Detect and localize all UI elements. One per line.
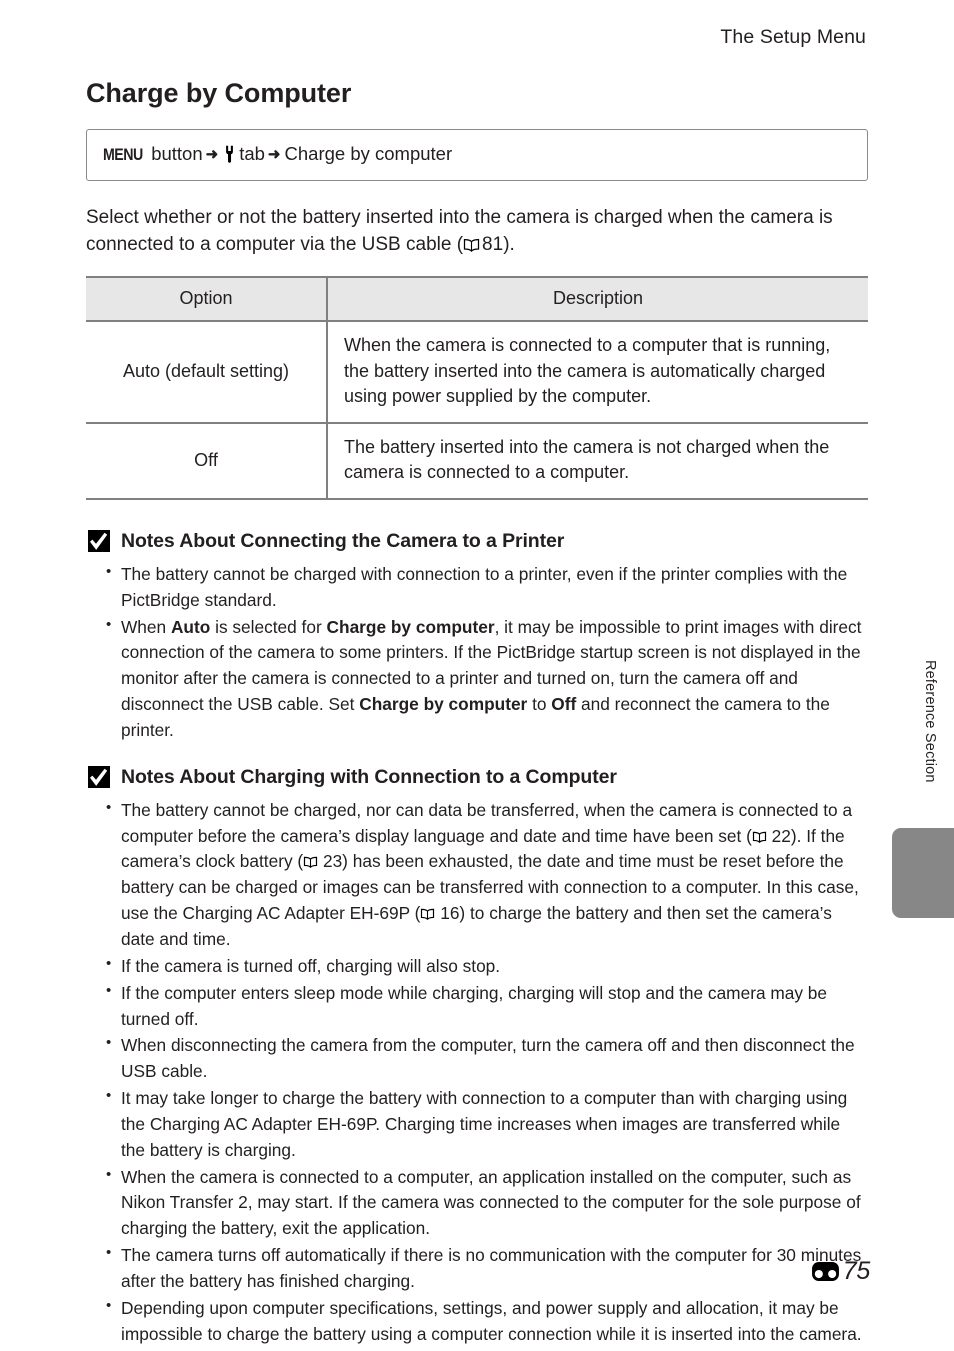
path-arrow-icon-2: ➜ <box>267 146 281 163</box>
list-item: When the camera is connected to a comput… <box>106 1164 868 1243</box>
page-reference-book-icon <box>420 902 435 921</box>
page-content: Charge by Computer MENU button ➜ tab ➜ Charge… <box>86 78 868 1351</box>
page-reference-book-icon <box>463 233 480 252</box>
list-item: The battery cannot be charged, nor can d… <box>106 797 868 953</box>
notes-printer-heading: Notes About Connecting the Camera to a P… <box>86 530 868 553</box>
notes-printer-list: The battery cannot be charged with conne… <box>86 561 868 744</box>
path-arrow-icon-1: ➜ <box>205 146 219 163</box>
menu-path-line: MENU button ➜ tab ➜ Charge by computer <box>103 143 851 166</box>
list-item: If the computer enters sleep mode while … <box>106 980 868 1033</box>
column-header-description: Description <box>327 276 868 323</box>
intro-text-before: Select whether or not the battery insert… <box>86 206 833 255</box>
list-item: It may take longer to charge the battery… <box>106 1085 868 1164</box>
page-footer: 75 <box>811 1257 871 1286</box>
notes-section-computer: Notes About Charging with Connection to … <box>86 766 868 1348</box>
option-description-table: Option Description Auto (default setting… <box>86 276 868 500</box>
caution-check-icon <box>88 766 110 789</box>
emphasis-text: Off <box>551 694 577 715</box>
cell-option-value: Off <box>86 422 328 500</box>
table-header-row: Option Description <box>86 276 868 323</box>
list-item: When disconnecting the camera from the c… <box>106 1032 868 1085</box>
list-item: If the camera is turned off, charging wi… <box>106 953 868 980</box>
table-row: Auto (default setting) When the camera i… <box>86 321 868 424</box>
column-header-option: Option <box>86 276 328 323</box>
table-body: Auto (default setting) When the camera i… <box>86 321 868 500</box>
emphasis-text: Charge by computer <box>359 694 528 715</box>
intro-ref-page: 81 <box>482 233 504 255</box>
running-header-title: The Setup Menu <box>720 26 866 48</box>
menu-path-tab-word: tab <box>239 143 265 164</box>
notes-section-printer: Notes About Connecting the Camera to a P… <box>86 530 868 744</box>
cell-description-value: When the camera is connected to a comput… <box>327 321 868 424</box>
notes-computer-heading-text: Notes About Charging with Connection to … <box>121 765 617 788</box>
notes-printer-heading-text: Notes About Connecting the Camera to a P… <box>121 529 565 552</box>
list-item: When Auto is selected for Charge by comp… <box>106 614 868 744</box>
intro-text-after: ). <box>503 233 515 255</box>
document-page: The Setup Menu Charge by Computer MENU bu… <box>0 0 954 1344</box>
table-row: Off The battery inserted into the camera… <box>86 422 868 500</box>
list-item: The camera turns off automatically if th… <box>106 1242 868 1295</box>
emphasis-text: Auto <box>170 616 211 637</box>
page-reference-book-icon <box>303 850 318 869</box>
table-head: Option Description <box>86 276 868 323</box>
intro-paragraph: Select whether or not the battery insert… <box>86 204 868 258</box>
notes-computer-list: The battery cannot be charged, nor can d… <box>86 797 868 1348</box>
setup-wrench-icon <box>223 145 236 163</box>
caution-check-icon <box>88 530 110 553</box>
cell-description-value: The battery inserted into the camera is … <box>327 422 868 500</box>
list-item: The battery cannot be charged with conne… <box>106 561 868 614</box>
notes-computer-heading: Notes About Charging with Connection to … <box>86 766 868 789</box>
side-margin-tab-marker <box>892 828 954 918</box>
emphasis-text: Charge by computer <box>326 616 495 637</box>
menu-button-glyph: MENU <box>103 146 143 164</box>
cell-option-value: Auto (default setting) <box>86 321 328 424</box>
side-margin-section-label: Reference Section <box>922 660 938 783</box>
menu-path-destination: Charge by computer <box>284 143 453 164</box>
page-reference-book-icon <box>752 825 767 843</box>
page-title: Charge by Computer <box>86 78 352 108</box>
menu-button-word: button <box>151 143 203 164</box>
list-item: Depending upon computer specifications, … <box>106 1295 868 1348</box>
page-number: 75 <box>842 1257 871 1285</box>
menu-path-box: MENU button ➜ tab ➜ Charge by computer <box>86 129 868 181</box>
reference-section-symbol <box>811 1262 839 1281</box>
